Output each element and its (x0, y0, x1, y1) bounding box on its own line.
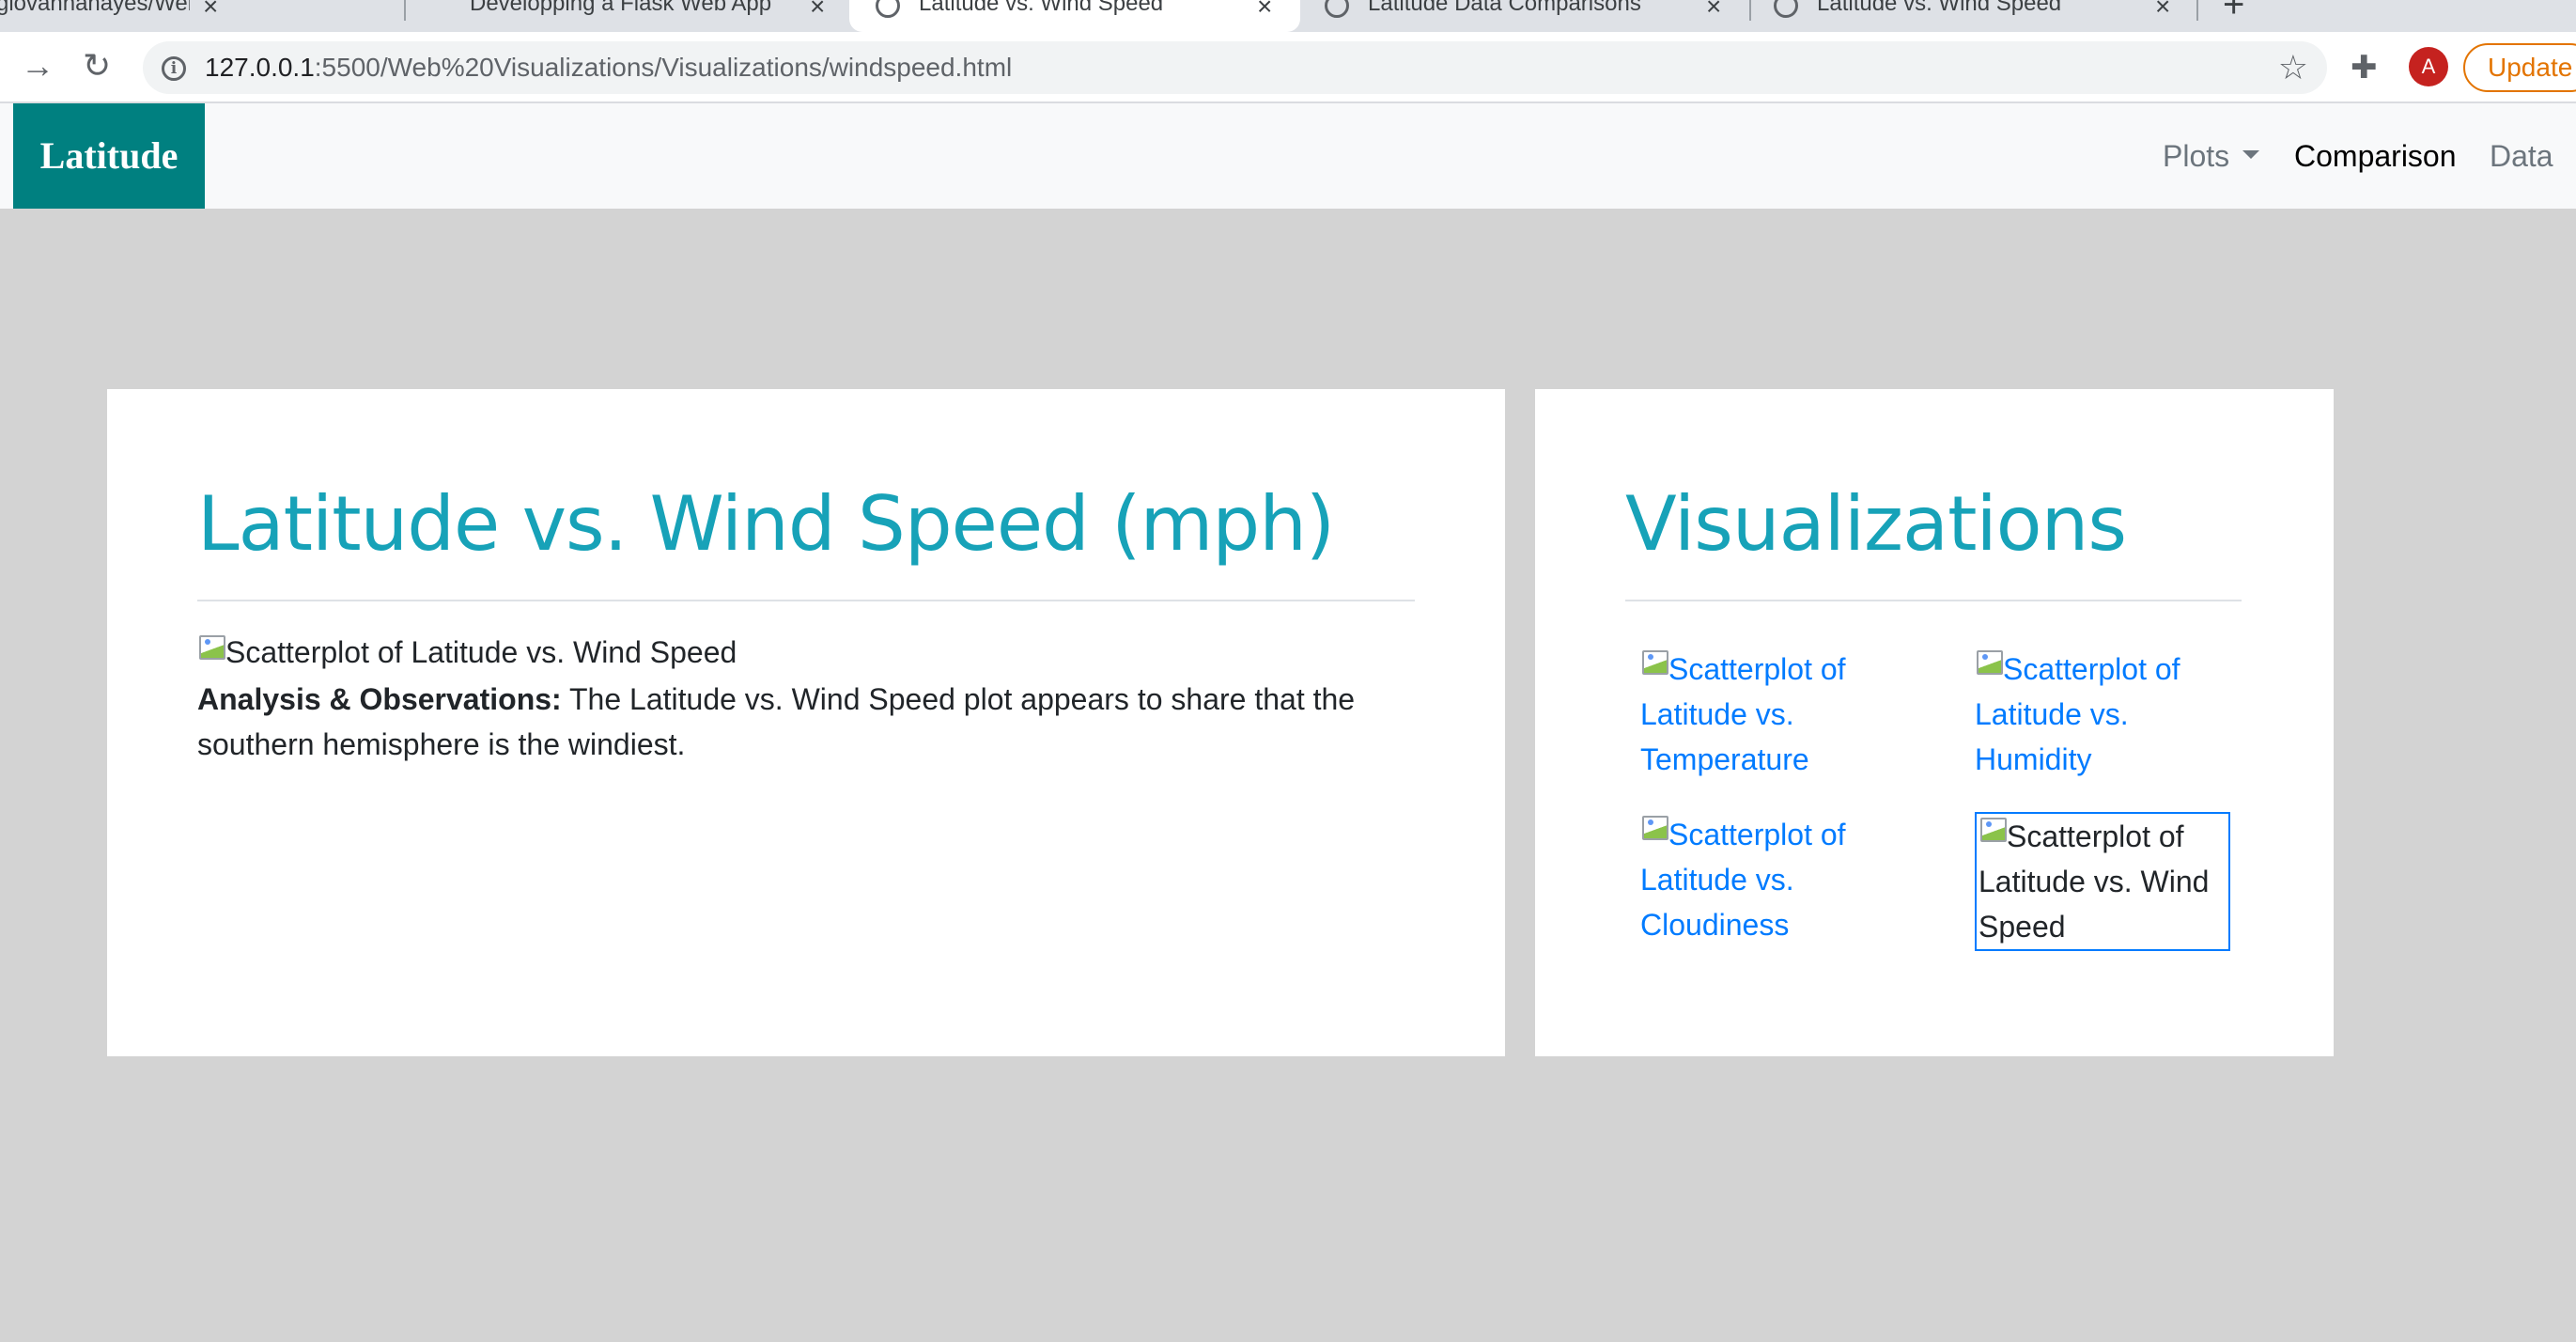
tab-separator (404, 0, 406, 21)
thumbnail-link-cloudiness[interactable]: Scatterplot of Latitude vs. Cloudiness (1640, 812, 1892, 947)
tab-title: Latitude vs. Wind Speed (919, 0, 1164, 16)
tab-separator (1749, 0, 1751, 21)
thumbnail-alt-text: Scatterplot of Latitude vs. Wind Speed (1979, 819, 2210, 944)
thumbnail-link-humidity[interactable]: Scatterplot of Latitude vs. Humidity (1975, 647, 2227, 782)
nav-comparison[interactable]: Comparison (2294, 137, 2457, 175)
image-alt-text: Scatterplot of Latitude vs. Wind Speed (225, 635, 737, 669)
visualizations-card: Visualizations Scatterplot of Latitude v… (1535, 389, 2334, 1056)
page-title: Latitude vs. Wind Speed (mph) (197, 480, 1335, 568)
divider (197, 600, 1415, 601)
extensions-puzzle-icon[interactable]: ✚ (2351, 49, 2378, 86)
broken-image-icon (197, 633, 225, 662)
broken-image-icon (1975, 648, 2003, 677)
nav-data[interactable]: Data (2490, 137, 2553, 175)
tab-title: Developping a Flask Web App (470, 0, 772, 15)
browser-tab-3[interactable]: Latitude vs. Wind Speed × (849, 0, 1300, 32)
globe-icon (1325, 0, 1349, 18)
forward-icon[interactable]: → (21, 45, 54, 86)
globe-icon (1774, 0, 1798, 18)
profile-avatar[interactable]: A (2409, 47, 2448, 86)
main-scatterplot-image: Scatterplot of Latitude vs. Wind Speed (197, 632, 737, 673)
info-icon[interactable]: i (162, 56, 186, 81)
sidebar-title: Visualizations (1625, 480, 2127, 568)
reload-icon[interactable]: ↻ (83, 45, 111, 86)
globe-icon (876, 0, 900, 18)
broken-image-icon (1979, 816, 2007, 844)
url-path: :5500/Web%20Visualizations/Visualization… (314, 53, 1013, 82)
tab-title: giovannahayes/Web-Design-Ch (0, 0, 190, 15)
thumbnail-alt-text: Scatterplot of Latitude vs. Cloudiness (1640, 818, 1846, 942)
nav-plots-label: Plots (2163, 139, 2230, 173)
close-icon[interactable]: × (1706, 0, 1721, 20)
thumbnail-alt-text: Scatterplot of Latitude vs. Temperature (1640, 652, 1846, 776)
url-text: 127.0.0.1:5500/Web%20Visualizations/Visu… (205, 53, 1012, 83)
divider (1625, 600, 2242, 601)
address-bar[interactable]: i 127.0.0.1:5500/Web%20Visualizations/Vi… (143, 41, 2327, 94)
broken-image-icon (1640, 648, 1668, 677)
close-icon[interactable]: × (203, 0, 218, 20)
browser-tab-4[interactable]: Latitude Data Comparisons × (1311, 0, 1747, 32)
thumbnail-alt-text: Scatterplot of Latitude vs. Humidity (1975, 652, 2180, 776)
browser-tab-2[interactable]: Developping a Flask Web App × (417, 0, 846, 32)
thumbnail-link-wind-speed[interactable]: Scatterplot of Latitude vs. Wind Speed (1975, 812, 2230, 951)
analysis-paragraph: Analysis & Observations: The Latitude vs… (197, 677, 1419, 767)
tab-separator (2196, 0, 2198, 21)
navbar-brand[interactable]: Latitude (13, 103, 205, 209)
browser-toolbar: → ↻ i 127.0.0.1:5500/Web%20Visualization… (0, 32, 2576, 103)
browser-tab-5[interactable]: Latitude vs. Wind Speed × (1761, 0, 2196, 32)
tab-title: Latitude Data Comparisons (1368, 0, 1641, 16)
thumbnail-link-temperature[interactable]: Scatterplot of Latitude vs. Temperature (1640, 647, 1892, 782)
broken-image-icon (1640, 814, 1668, 842)
nav-plots-dropdown[interactable]: Plots (2163, 137, 2260, 175)
url-host: 127.0.0.1 (205, 53, 315, 82)
site-navbar: Latitude Plots Comparison Data (0, 103, 2576, 209)
close-icon[interactable]: × (810, 0, 825, 20)
analysis-label: Analysis & Observations: (197, 682, 562, 716)
browser-tab-strip: giovannahayes/Web-Design-Ch × Developpin… (0, 0, 2576, 32)
browser-tab-1[interactable]: giovannahayes/Web-Design-Ch × (0, 0, 229, 32)
tab-title: Latitude vs. Wind Speed (1817, 0, 2062, 16)
main-card: Latitude vs. Wind Speed (mph) Scatterplo… (107, 389, 1505, 1056)
new-tab-icon[interactable]: + (2223, 0, 2244, 23)
bookmark-star-icon[interactable]: ☆ (2278, 47, 2308, 88)
update-button[interactable]: Update (2463, 43, 2576, 92)
close-icon[interactable]: × (1257, 0, 1272, 20)
close-icon[interactable]: × (2155, 0, 2170, 20)
caret-down-icon (2242, 150, 2260, 160)
